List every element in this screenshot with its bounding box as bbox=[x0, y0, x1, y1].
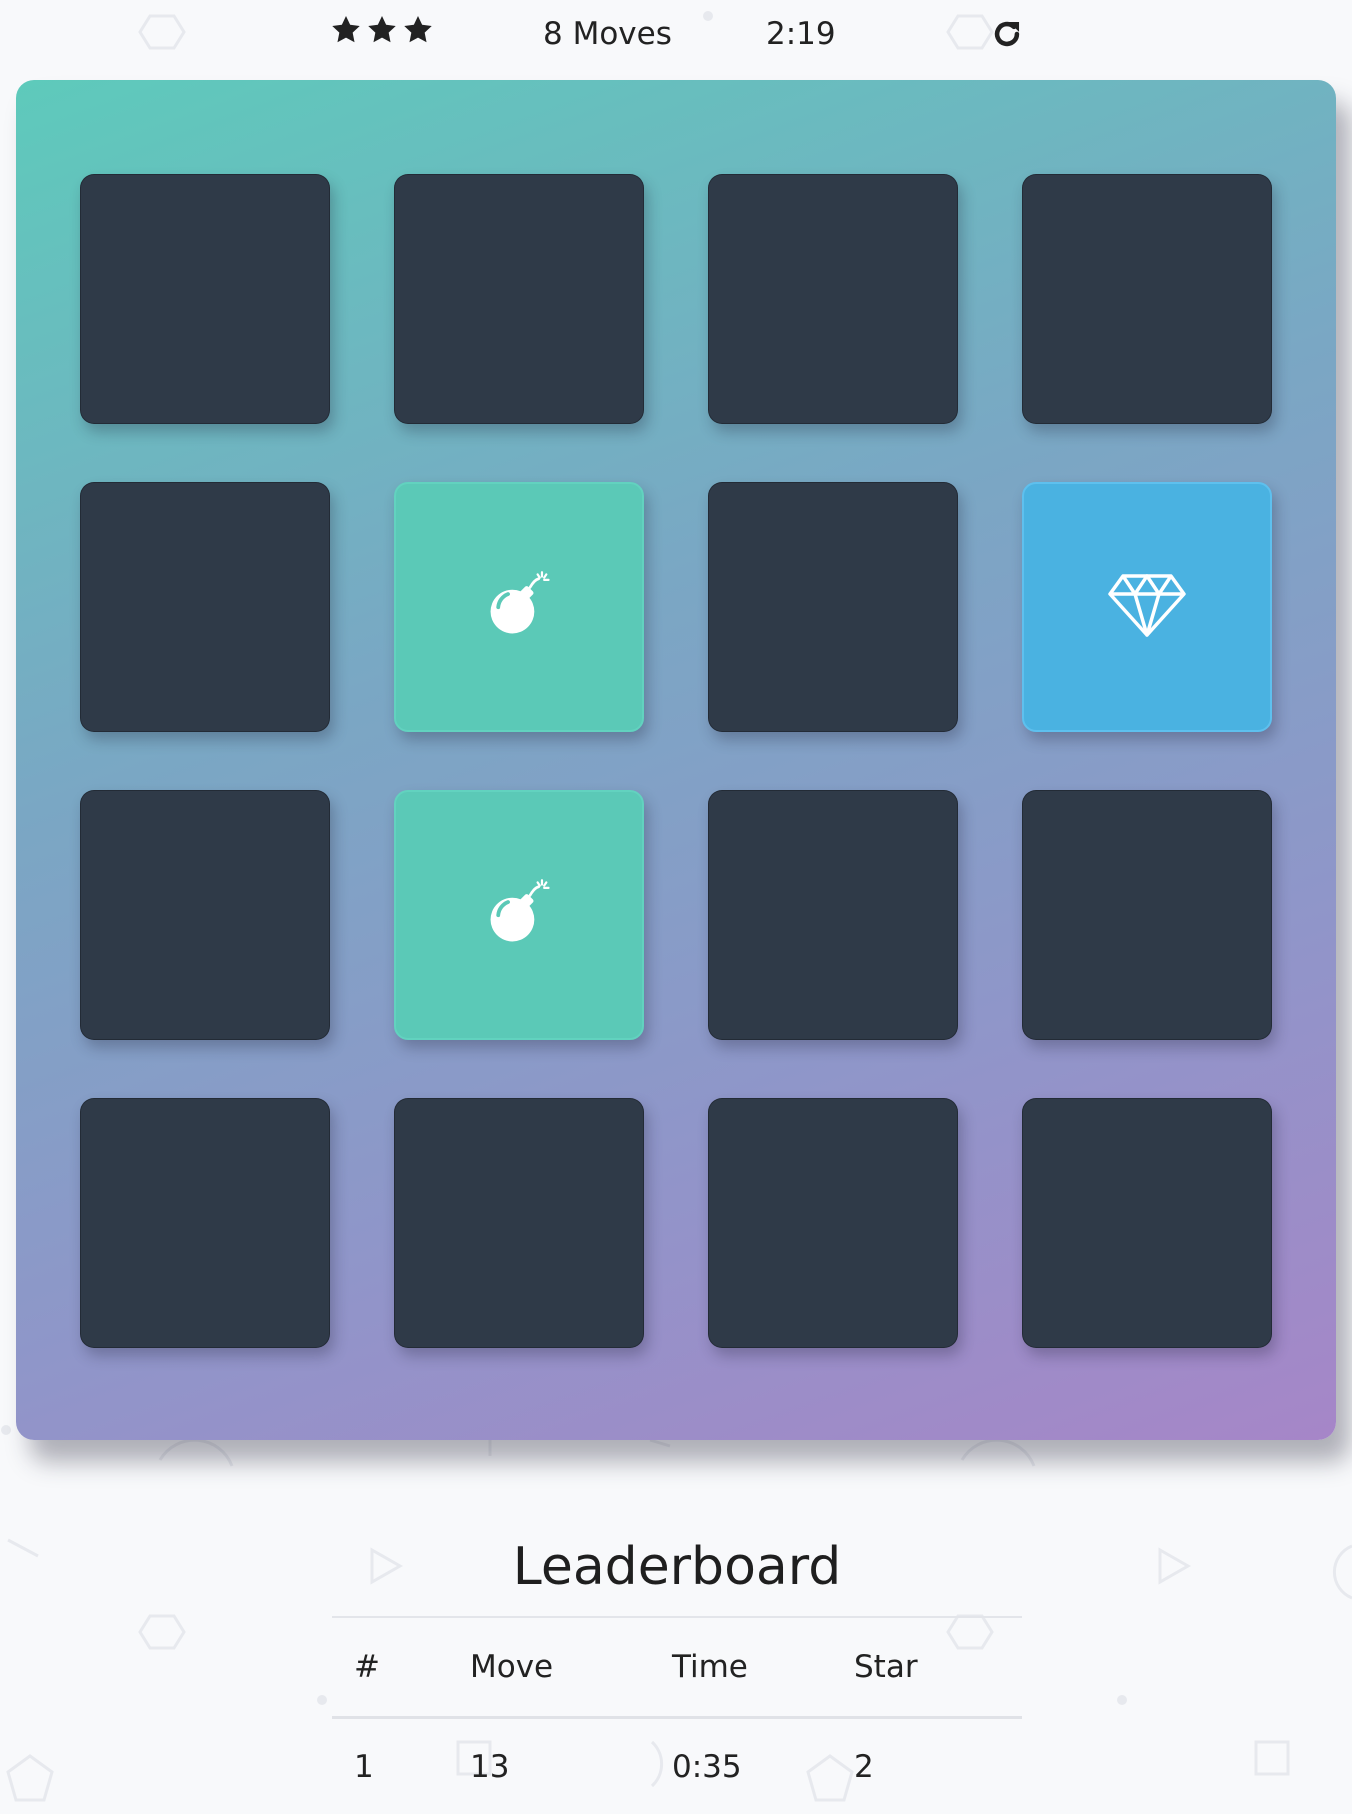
diamond-icon bbox=[1107, 572, 1187, 642]
card[interactable] bbox=[1022, 174, 1272, 424]
header-time: Time bbox=[672, 1649, 748, 1685]
header-rank: # bbox=[354, 1649, 380, 1685]
card[interactable] bbox=[708, 790, 958, 1040]
card[interactable] bbox=[708, 482, 958, 732]
restart-icon[interactable] bbox=[990, 17, 1024, 51]
table-row: 1 13 0:35 2 bbox=[332, 1719, 1022, 1814]
timer: 2:19 bbox=[766, 16, 836, 52]
card[interactable] bbox=[708, 1098, 958, 1348]
card[interactable] bbox=[1022, 482, 1272, 732]
game-page: 8 Moves 2:19 Leaderboard # Move Time Sta… bbox=[0, 0, 1352, 1814]
cell-time: 0:35 bbox=[672, 1749, 742, 1785]
card[interactable] bbox=[1022, 1098, 1272, 1348]
cell-move: 13 bbox=[470, 1749, 510, 1785]
card[interactable] bbox=[394, 790, 644, 1040]
star-icon bbox=[404, 16, 432, 43]
bomb-icon bbox=[484, 570, 554, 644]
card[interactable] bbox=[394, 482, 644, 732]
star-icon bbox=[368, 16, 396, 43]
card[interactable] bbox=[80, 790, 330, 1040]
card[interactable] bbox=[80, 174, 330, 424]
bomb-icon bbox=[484, 878, 554, 952]
card[interactable] bbox=[394, 174, 644, 424]
header-star: Star bbox=[854, 1649, 918, 1685]
cell-star: 2 bbox=[854, 1749, 874, 1785]
leaderboard-header-row: # Move Time Star bbox=[332, 1618, 1022, 1719]
card[interactable] bbox=[1022, 790, 1272, 1040]
card[interactable] bbox=[80, 482, 330, 732]
header-move: Move bbox=[470, 1649, 554, 1685]
score-panel: 8 Moves 2:19 bbox=[0, 0, 1352, 70]
game-board bbox=[16, 80, 1336, 1440]
moves-counter: 8 Moves bbox=[543, 16, 672, 52]
leaderboard-title: Leaderboard bbox=[332, 1532, 1022, 1618]
star-icon bbox=[332, 16, 360, 43]
card[interactable] bbox=[394, 1098, 644, 1348]
card[interactable] bbox=[708, 174, 958, 424]
leaderboard: Leaderboard # Move Time Star 1 13 0:35 2 bbox=[332, 1532, 1022, 1814]
cell-rank: 1 bbox=[354, 1749, 374, 1785]
star-rating bbox=[330, 14, 434, 46]
card[interactable] bbox=[80, 1098, 330, 1348]
